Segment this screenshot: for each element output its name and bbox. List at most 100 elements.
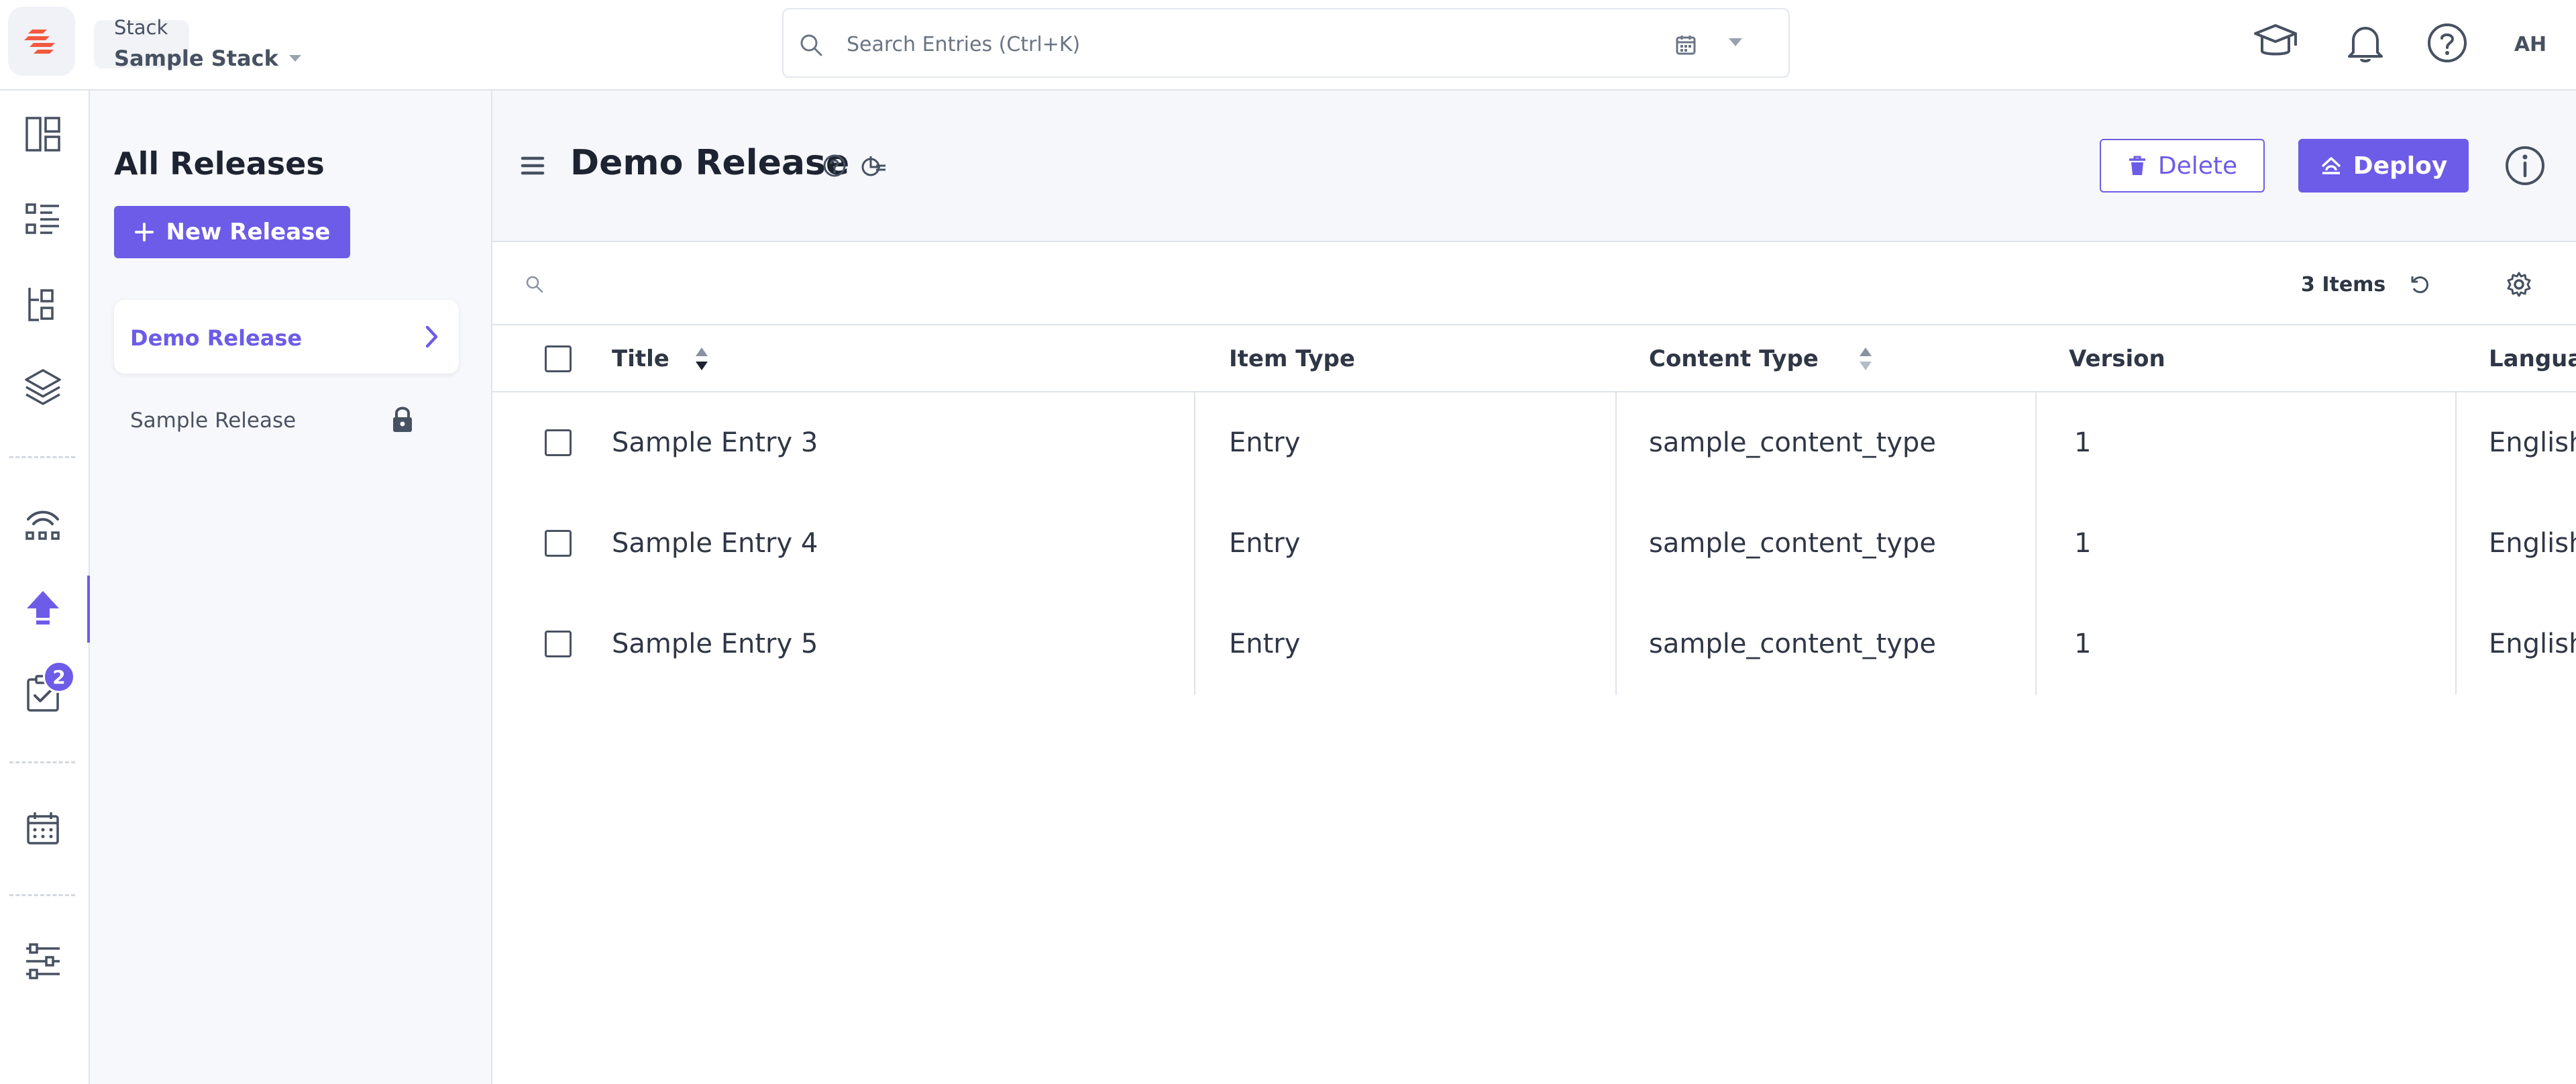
sort-icon[interactable]: [1856, 345, 1875, 373]
help-circle-icon: [2428, 23, 2467, 62]
column-header-item-type[interactable]: Item Type: [1229, 325, 1355, 392]
global-search[interactable]: [782, 8, 1790, 78]
table-toolbar: 3 Items: [492, 242, 2576, 325]
column-header-label: Content Type: [1649, 345, 1819, 372]
releases-panel: All Releases New Release Demo Release Sa…: [90, 91, 492, 1084]
release-item-label: Sample Release: [130, 409, 297, 433]
calendar-nav[interactable]: [16, 802, 70, 855]
calendar-icon: [1676, 36, 1696, 55]
column-header-version[interactable]: Version: [2069, 325, 2165, 392]
graduation-cap-icon: [2254, 24, 2297, 56]
search-icon: [800, 34, 822, 56]
icon-rail: 2: [0, 91, 90, 1084]
table-row[interactable]: Sample Entry 4 Entry sample_content_type…: [492, 493, 2576, 594]
trash-icon: [2129, 156, 2145, 175]
row-checkbox[interactable]: [545, 530, 572, 557]
column-header-language[interactable]: Langua: [2489, 325, 2576, 392]
items-count: 3 Items: [2301, 273, 2386, 296]
lock-icon: [393, 406, 412, 432]
cell-version: 1: [2074, 427, 2092, 458]
deploy-icon: [2321, 157, 2341, 174]
select-all-checkbox[interactable]: [545, 345, 572, 372]
cell-content-type: sample_content_type: [1649, 427, 1936, 458]
content-model-icon: [28, 288, 54, 321]
deploy-button[interactable]: Deploy: [2298, 139, 2469, 193]
caret-down-icon: [1729, 38, 1742, 46]
notifications-button[interactable]: [2341, 19, 2390, 67]
dashboard-icon: [25, 117, 60, 152]
new-release-label: New Release: [166, 219, 331, 246]
hamburger-menu-icon: [521, 156, 545, 175]
calendar-icon: [27, 812, 59, 845]
stack-caption: Stack: [114, 16, 168, 39]
table-header: Title Item Type Content Type Version Lan…: [492, 325, 2576, 392]
cell-language: English: [2489, 427, 2576, 458]
logo[interactable]: [8, 7, 75, 76]
panel-title: All Releases: [114, 146, 325, 182]
publish-queue-nav[interactable]: [16, 496, 70, 550]
release-item-sample[interactable]: Sample Release: [114, 391, 459, 447]
rail-divider: [9, 894, 75, 896]
content-models-nav[interactable]: [16, 277, 70, 331]
table-settings-button[interactable]: [2505, 270, 2533, 299]
table-row[interactable]: Sample Entry 3 Entry sample_content_type…: [492, 392, 2576, 493]
cell-title: Sample Entry 3: [612, 427, 818, 458]
stack-switcher[interactable]: Sample Stack: [114, 46, 303, 71]
search-options-dropdown[interactable]: [1727, 36, 1744, 48]
upload-arrow-icon: [27, 591, 59, 625]
chevron-right-icon: [425, 325, 438, 348]
column-header-title[interactable]: Title: [612, 325, 711, 392]
help-circle-icon: [823, 154, 846, 177]
sort-descending-icon[interactable]: [692, 345, 711, 373]
table-search-input[interactable]: [553, 269, 1894, 299]
toggle-panel-button[interactable]: [521, 154, 545, 178]
user-avatar[interactable]: AH: [2501, 15, 2560, 74]
caret-down-icon: [288, 55, 301, 62]
bell-icon: [2348, 27, 2383, 62]
cell-title: Sample Entry 5: [612, 629, 818, 659]
cell-title: Sample Entry 4: [612, 528, 818, 559]
edit-release-button[interactable]: [859, 152, 888, 179]
deploy-label: Deploy: [2353, 152, 2448, 180]
release-item-demo[interactable]: Demo Release: [114, 300, 459, 374]
release-title: Demo Release: [570, 143, 850, 183]
row-checkbox[interactable]: [545, 631, 572, 657]
release-info-button[interactable]: [2504, 144, 2546, 187]
row-checkbox[interactable]: [545, 429, 572, 456]
column-header-label: Title: [612, 345, 669, 372]
release-help-button[interactable]: [821, 152, 848, 179]
release-item-label: Demo Release: [130, 325, 303, 351]
dashboard-nav[interactable]: [16, 107, 70, 161]
plus-icon: [134, 223, 154, 241]
settings-nav[interactable]: [16, 934, 70, 988]
column-header-label: Version: [2069, 345, 2165, 372]
edit-release-icon: [861, 156, 885, 176]
tasks-count-badge: 2: [43, 661, 75, 693]
release-header: Demo Release Delete Deploy: [492, 91, 2576, 242]
academy-button[interactable]: [2251, 19, 2300, 67]
main-content: Demo Release Delete Deploy 3 Items Title…: [492, 91, 2576, 1084]
releases-nav[interactable]: [16, 580, 70, 634]
layers-icon: [25, 369, 61, 405]
rail-divider: [9, 761, 75, 763]
sliders-icon: [26, 943, 60, 979]
delete-button[interactable]: Delete: [2100, 139, 2265, 193]
cell-item-type: Entry: [1229, 528, 1301, 559]
cell-content-type: sample_content_type: [1649, 528, 1936, 559]
broadcast-icon: [25, 510, 60, 540]
calendar-filter-button[interactable]: [1674, 34, 1697, 56]
top-bar: Stack Sample Stack Search Entries (Ctrl+…: [0, 0, 2576, 91]
refresh-button[interactable]: [2408, 273, 2431, 296]
rail-divider: [9, 456, 75, 458]
help-button[interactable]: [2423, 19, 2471, 67]
assets-nav[interactable]: [16, 360, 70, 414]
table-search-button[interactable]: [525, 274, 545, 294]
cell-language: English: [2489, 528, 2576, 559]
search-input[interactable]: [847, 30, 1719, 59]
table-row[interactable]: Sample Entry 5 Entry sample_content_type…: [492, 594, 2576, 694]
new-release-button[interactable]: New Release: [114, 206, 350, 258]
entries-nav[interactable]: [16, 193, 70, 246]
search-icon: [526, 276, 543, 293]
cell-version: 1: [2074, 629, 2092, 659]
column-header-content-type[interactable]: Content Type: [1649, 325, 1875, 392]
